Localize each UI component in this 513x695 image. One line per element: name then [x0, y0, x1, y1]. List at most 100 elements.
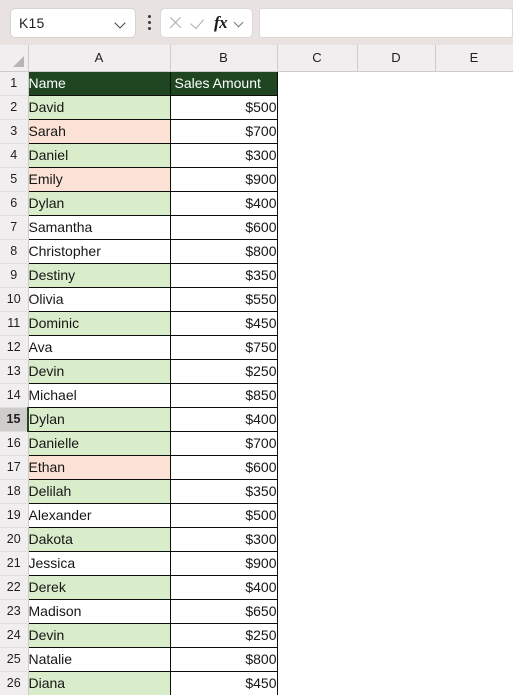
cell-empty[interactable] — [357, 287, 435, 311]
row-header-11[interactable]: 11 — [0, 311, 29, 336]
cell-a26[interactable]: Diana — [28, 671, 171, 695]
cell-empty[interactable] — [357, 95, 435, 119]
cell-empty[interactable] — [277, 167, 357, 191]
cell-a9[interactable]: Destiny — [28, 263, 171, 288]
cell-b13[interactable]: $250 — [170, 359, 278, 384]
row-header-4[interactable]: 4 — [0, 143, 29, 168]
cell-a17[interactable]: Ethan — [28, 455, 171, 480]
cell-b22[interactable]: $400 — [170, 575, 278, 600]
cell-b24[interactable]: $250 — [170, 623, 278, 648]
column-header-b[interactable]: B — [170, 45, 278, 72]
cell-empty[interactable] — [357, 455, 435, 479]
cell-empty[interactable] — [277, 215, 357, 239]
cell-empty[interactable] — [435, 551, 513, 575]
cell-empty[interactable] — [435, 647, 513, 671]
cell-empty[interactable] — [357, 335, 435, 359]
row-header-24[interactable]: 24 — [0, 623, 29, 648]
cell-empty[interactable] — [435, 287, 513, 311]
cell-b9[interactable]: $350 — [170, 263, 278, 288]
row-header-18[interactable]: 18 — [0, 479, 29, 504]
row-header-13[interactable]: 13 — [0, 359, 29, 384]
cell-empty[interactable] — [435, 599, 513, 623]
cell-empty[interactable] — [277, 623, 357, 647]
row-header-9[interactable]: 9 — [0, 263, 29, 288]
cell-a4[interactable]: Daniel — [28, 143, 171, 168]
cell-empty[interactable] — [277, 143, 357, 167]
cell-a6[interactable]: Dylan — [28, 191, 171, 216]
cell-b20[interactable]: $300 — [170, 527, 278, 552]
cell-empty[interactable] — [357, 71, 435, 95]
cell-empty[interactable] — [435, 71, 513, 95]
cell-empty[interactable] — [357, 167, 435, 191]
cell-empty[interactable] — [435, 95, 513, 119]
close-icon[interactable] — [168, 15, 183, 30]
cell-empty[interactable] — [357, 191, 435, 215]
cell-empty[interactable] — [357, 503, 435, 527]
cell-a19[interactable]: Alexander — [28, 503, 171, 528]
cell-a11[interactable]: Dominic — [28, 311, 171, 336]
cell-a21[interactable]: Jessica — [28, 551, 171, 576]
cell-empty[interactable] — [357, 551, 435, 575]
cell-empty[interactable] — [277, 671, 357, 695]
cell-empty[interactable] — [277, 479, 357, 503]
cell-b1-header-sales-amount[interactable]: Sales Amount — [170, 71, 278, 96]
cell-b16[interactable]: $700 — [170, 431, 278, 456]
cell-b5[interactable]: $900 — [170, 167, 278, 192]
cell-empty[interactable] — [277, 191, 357, 215]
column-header-e[interactable]: E — [435, 45, 513, 72]
cell-b10[interactable]: $550 — [170, 287, 278, 312]
cell-b15[interactable]: $400 — [170, 407, 278, 432]
cell-empty[interactable] — [435, 335, 513, 359]
cell-b12[interactable]: $750 — [170, 335, 278, 360]
cell-b18[interactable]: $350 — [170, 479, 278, 504]
cell-empty[interactable] — [277, 119, 357, 143]
cell-empty[interactable] — [357, 215, 435, 239]
row-header-6[interactable]: 6 — [0, 191, 29, 216]
chevron-down-icon[interactable] — [235, 18, 245, 28]
cell-a15[interactable]: Dylan — [27, 407, 171, 432]
cell-b26[interactable]: $450 — [170, 671, 278, 695]
cell-empty[interactable] — [435, 215, 513, 239]
cell-empty[interactable] — [435, 527, 513, 551]
row-header-12[interactable]: 12 — [0, 335, 29, 360]
cell-empty[interactable] — [277, 71, 357, 95]
row-header-22[interactable]: 22 — [0, 575, 29, 600]
row-header-20[interactable]: 20 — [0, 527, 29, 552]
cell-empty[interactable] — [435, 239, 513, 263]
cell-empty[interactable] — [357, 599, 435, 623]
cell-empty[interactable] — [277, 503, 357, 527]
row-header-25[interactable]: 25 — [0, 647, 29, 672]
cell-a10[interactable]: Olivia — [28, 287, 171, 312]
cell-a2[interactable]: David — [28, 95, 171, 120]
row-header-8[interactable]: 8 — [0, 239, 29, 264]
cell-b2[interactable]: $500 — [170, 95, 278, 120]
cell-empty[interactable] — [277, 599, 357, 623]
cell-a23[interactable]: Madison — [28, 599, 171, 624]
cell-empty[interactable] — [435, 623, 513, 647]
cell-empty[interactable] — [277, 359, 357, 383]
column-header-d[interactable]: D — [357, 45, 436, 72]
cell-empty[interactable] — [435, 143, 513, 167]
cell-empty[interactable] — [277, 527, 357, 551]
cell-empty[interactable] — [357, 671, 435, 695]
row-header-7[interactable]: 7 — [0, 215, 29, 240]
cell-a20[interactable]: Dakota — [28, 527, 171, 552]
cell-b4[interactable]: $300 — [170, 143, 278, 168]
row-header-3[interactable]: 3 — [0, 119, 29, 144]
cell-empty[interactable] — [277, 383, 357, 407]
kebab-menu-icon[interactable] — [140, 8, 158, 38]
cell-empty[interactable] — [277, 575, 357, 599]
cell-empty[interactable] — [435, 383, 513, 407]
cell-empty[interactable] — [435, 431, 513, 455]
cell-empty[interactable] — [435, 503, 513, 527]
cell-a3[interactable]: Sarah — [28, 119, 171, 144]
row-header-19[interactable]: 19 — [0, 503, 29, 528]
cell-empty[interactable] — [357, 479, 435, 503]
cell-empty[interactable] — [357, 623, 435, 647]
row-header-23[interactable]: 23 — [0, 599, 29, 624]
cell-empty[interactable] — [277, 95, 357, 119]
cell-empty[interactable] — [277, 407, 357, 431]
cell-empty[interactable] — [435, 263, 513, 287]
cell-a24[interactable]: Devin — [28, 623, 171, 648]
cell-empty[interactable] — [357, 311, 435, 335]
